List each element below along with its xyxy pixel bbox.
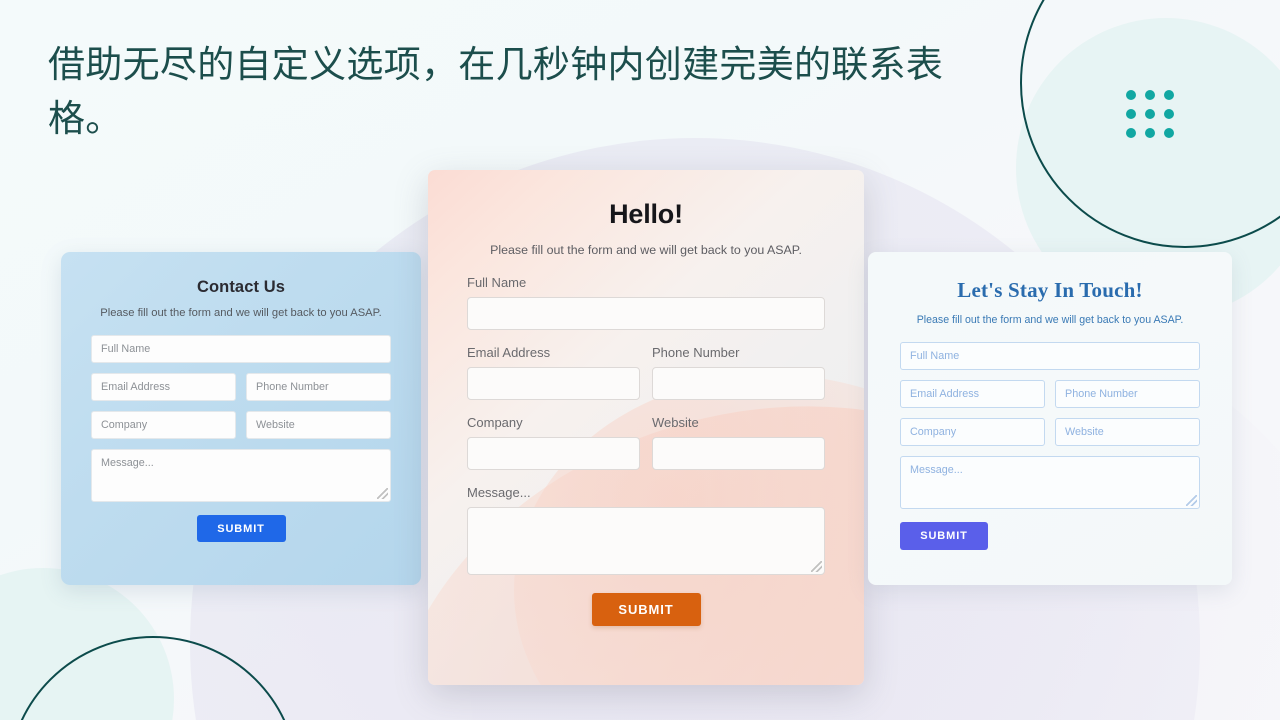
- field-phone-number: Phone Number: [652, 345, 825, 400]
- message-label: Message...: [467, 485, 531, 500]
- contact-form-card-center: Hello! Please fill out the form and we w…: [428, 170, 864, 685]
- phone-number-label: Phone Number: [652, 345, 740, 360]
- email-address-input[interactable]: Email Address: [91, 373, 236, 401]
- full-name-input[interactable]: Full Name: [91, 335, 391, 363]
- website-input[interactable]: Website: [246, 411, 391, 439]
- form-row: Email Address Phone Number: [91, 373, 391, 401]
- website-label: Website: [652, 415, 699, 430]
- form-row: Email Address Phone Number: [900, 380, 1200, 408]
- submit-button-center[interactable]: SUBMIT: [591, 593, 701, 626]
- card-right-title: Let's Stay In Touch!: [957, 278, 1143, 302]
- form-row: Email Address Phone Number: [467, 345, 825, 415]
- full-name-label: Full Name: [467, 275, 527, 290]
- card-left-subtitle: Please fill out the form and we will get…: [100, 307, 382, 319]
- form-row: Message...: [91, 449, 391, 502]
- card-right-subtitle: Please fill out the form and we will get…: [916, 314, 1184, 326]
- form-row: Company Website: [467, 415, 825, 485]
- card-center-title: Hello!: [609, 199, 683, 229]
- email-address-label: Email Address: [467, 345, 551, 360]
- field-phone-number: Phone Number: [1055, 380, 1200, 408]
- company-input[interactable]: Company: [900, 418, 1045, 446]
- submit-button-left[interactable]: SUBMIT: [196, 515, 286, 542]
- phone-number-input[interactable]: Phone Number: [1055, 380, 1200, 408]
- field-company: Company: [467, 415, 640, 470]
- field-email-address: Email Address: [91, 373, 236, 401]
- company-input[interactable]: Company: [91, 411, 236, 439]
- submit-button-right[interactable]: SUBMIT: [900, 522, 988, 550]
- form-row: Full Name: [91, 335, 391, 363]
- field-message: Message...: [900, 456, 1200, 509]
- form-row: Message...: [900, 456, 1200, 509]
- message-placeholder-text: Message...: [101, 457, 154, 469]
- field-full-name: Full Name: [91, 335, 391, 363]
- message-textarea[interactable]: [467, 507, 825, 575]
- field-email-address: Email Address: [900, 380, 1045, 408]
- field-full-name: Full Name: [467, 275, 825, 330]
- field-website: Website: [652, 415, 825, 470]
- phone-number-input[interactable]: Phone Number: [246, 373, 391, 401]
- message-textarea[interactable]: Message...: [91, 449, 391, 502]
- field-phone-number: Phone Number: [246, 373, 391, 401]
- field-full-name: Full Name: [900, 342, 1200, 370]
- website-input[interactable]: [652, 437, 825, 470]
- form-row: Message...: [467, 485, 825, 590]
- message-placeholder-text: Message...: [910, 464, 963, 476]
- field-company: Company: [900, 418, 1045, 446]
- email-address-input[interactable]: [467, 367, 640, 400]
- website-input[interactable]: Website: [1055, 418, 1200, 446]
- form-row: Company Website: [91, 411, 391, 439]
- contact-form-card-left: Contact Us Please fill out the form and …: [61, 252, 421, 585]
- contact-form-card-right: Let's Stay In Touch! Please fill out the…: [868, 252, 1232, 585]
- field-message: Message...: [91, 449, 391, 502]
- field-website: Website: [246, 411, 391, 439]
- page-headline: 借助无尽的自定义选项，在几秒钟内创建完美的联系表格。: [48, 44, 944, 140]
- resize-handle-icon[interactable]: [811, 561, 822, 572]
- field-company: Company: [91, 411, 236, 439]
- resize-handle-icon[interactable]: [377, 488, 388, 499]
- form-row: Company Website: [900, 418, 1200, 446]
- field-website: Website: [1055, 418, 1200, 446]
- company-label: Company: [467, 415, 523, 430]
- form-row: Full Name: [467, 275, 825, 345]
- phone-number-input[interactable]: [652, 367, 825, 400]
- full-name-input[interactable]: Full Name: [900, 342, 1200, 370]
- email-address-input[interactable]: Email Address: [900, 380, 1045, 408]
- full-name-input[interactable]: [467, 297, 825, 330]
- dot-grid-icon: [1126, 90, 1174, 138]
- card-center-subtitle: Please fill out the form and we will get…: [490, 243, 802, 257]
- form-row: Full Name: [900, 342, 1200, 370]
- card-left-title: Contact Us: [196, 278, 286, 296]
- company-input[interactable]: [467, 437, 640, 470]
- field-message: Message...: [467, 485, 825, 575]
- resize-handle-icon[interactable]: [1186, 495, 1197, 506]
- field-email-address: Email Address: [467, 345, 640, 400]
- message-textarea[interactable]: Message...: [900, 456, 1200, 509]
